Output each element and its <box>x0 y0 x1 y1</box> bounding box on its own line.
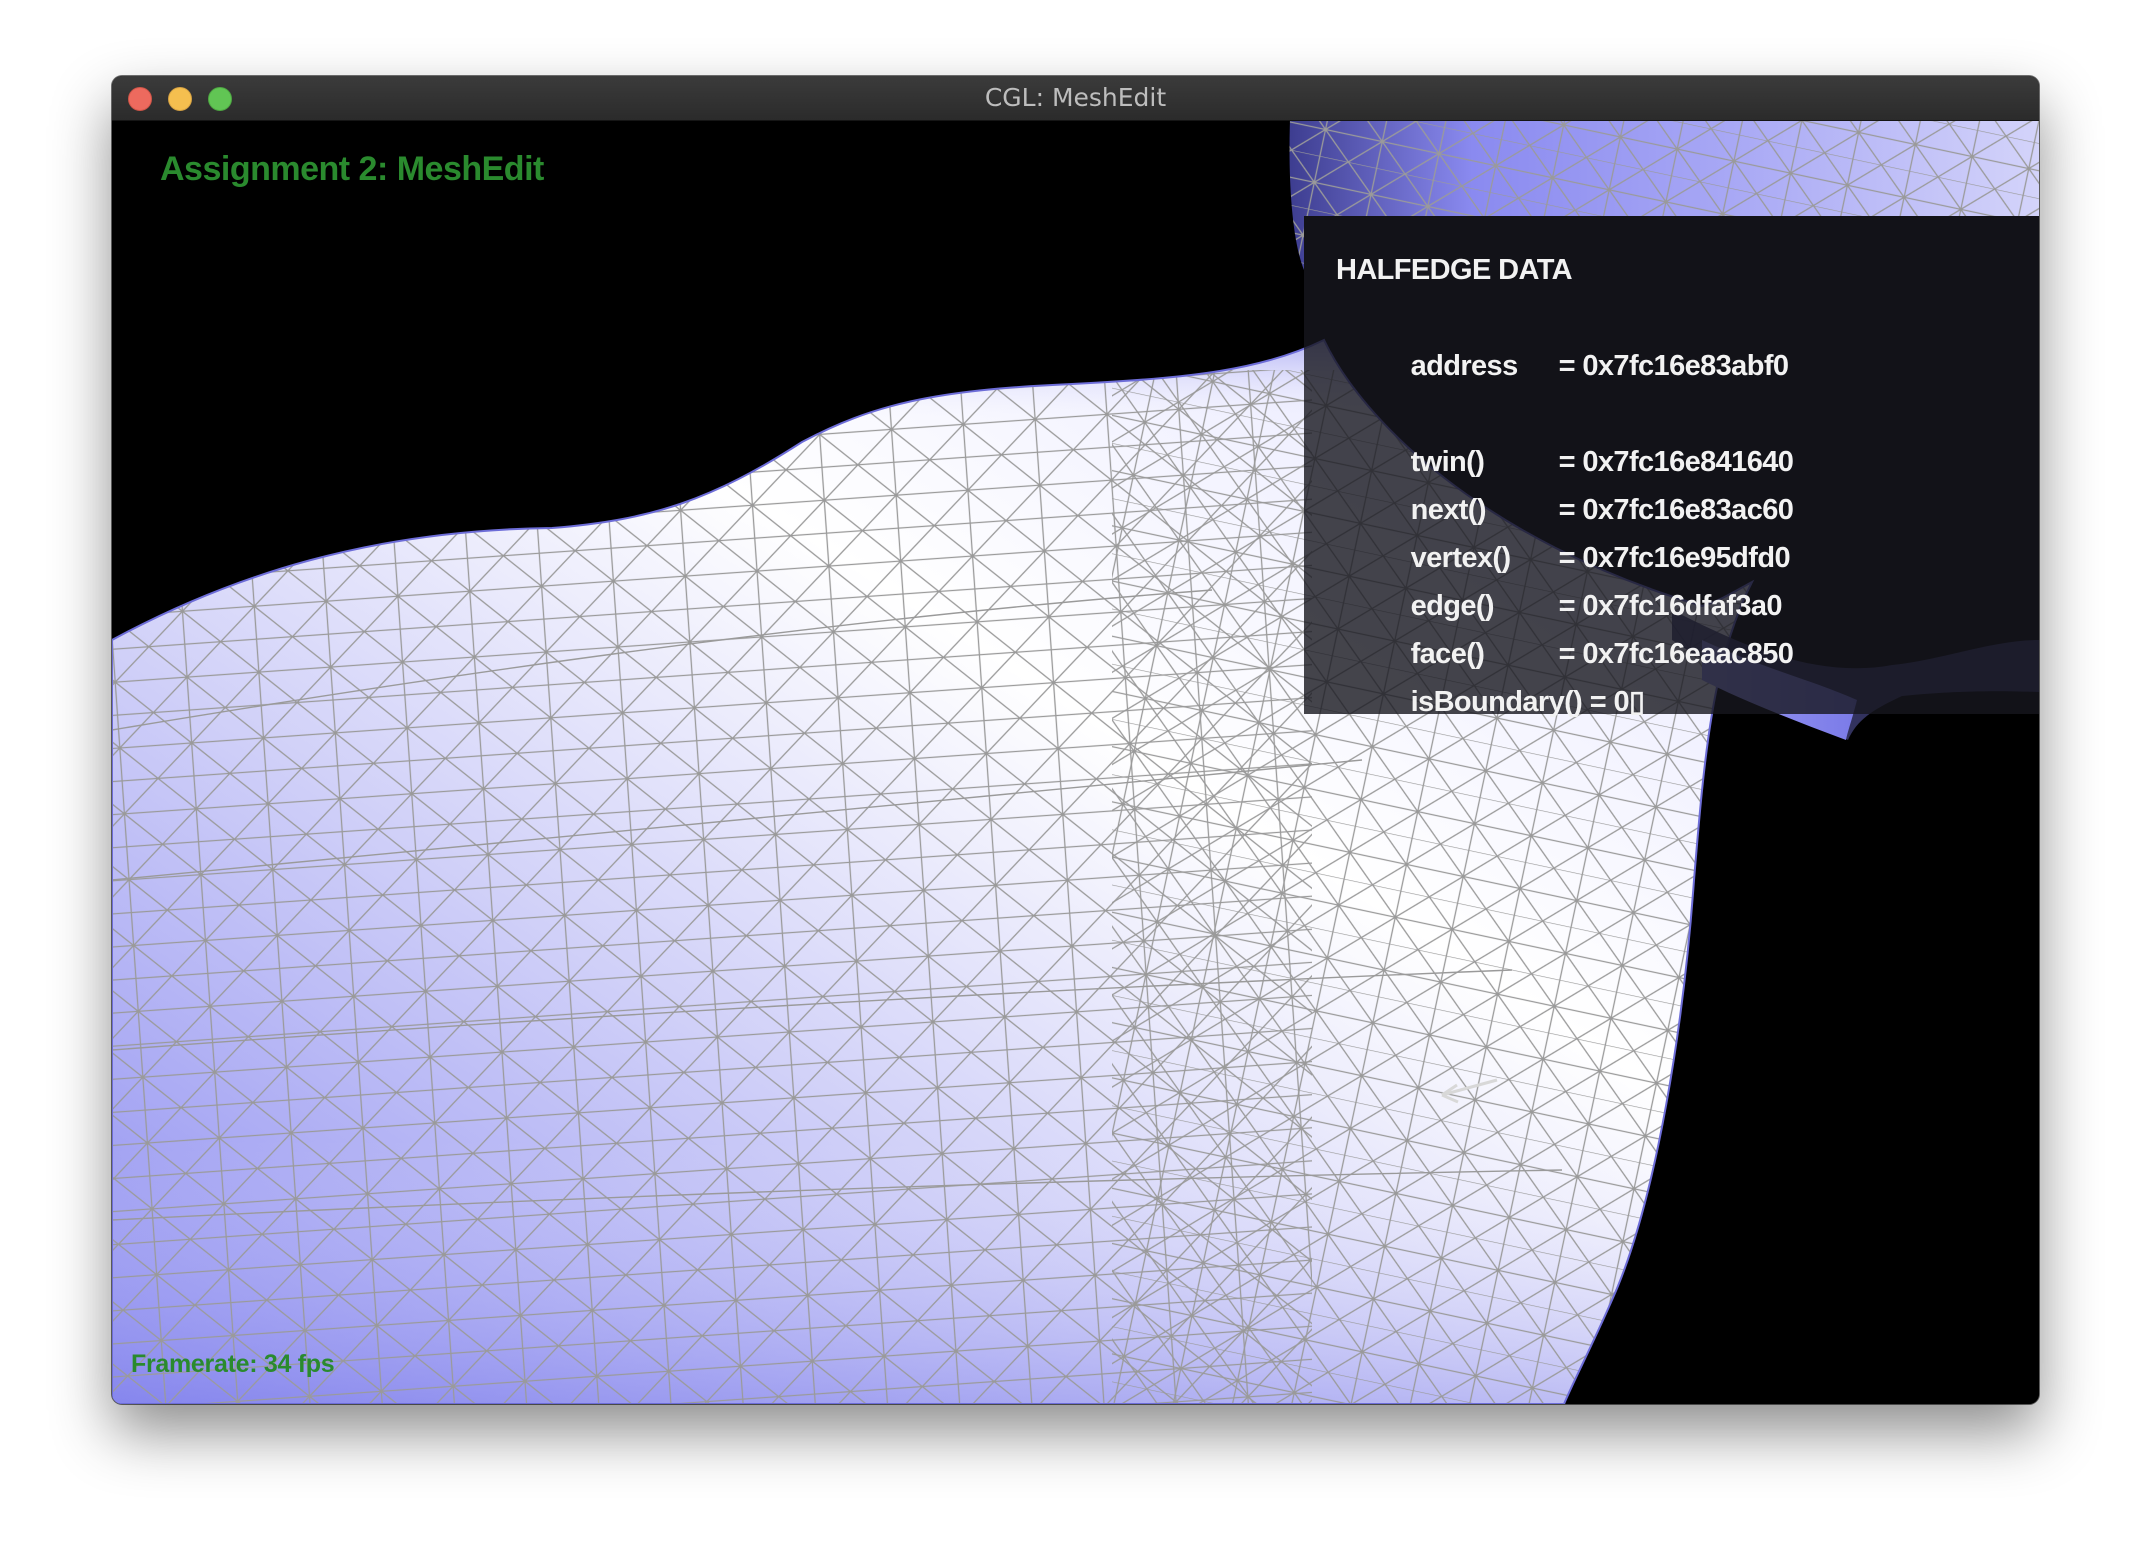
mesh-viewport[interactable]: Assignment 2: MeshEdit Framerate: 34 fps… <box>112 120 2039 1404</box>
halfedge-info-panel: HALFEDGE DATA address = 0x7fc16e83abf0 tw… <box>1304 216 2039 718</box>
edge-key: edge() <box>1410 590 1495 622</box>
meshedit-window: CGL: MeshEdit Assignment 2: MeshEdit Fra… <box>112 76 2039 1404</box>
window-title: CGL: MeshEdit <box>984 83 1167 112</box>
boundary-key: isBoundary() <box>1410 686 1583 718</box>
title-bar[interactable]: CGL: MeshEdit <box>112 76 2039 121</box>
face-key: face() <box>1410 638 1485 670</box>
edge-value: = 0x7fc16dfaf3a0 <box>1558 590 1783 622</box>
face-value: = 0x7fc16eaac850 <box>1558 638 1794 670</box>
twin-value: = 0x7fc16e841640 <box>1558 446 1794 478</box>
next-value: = 0x7fc16e83ac60 <box>1558 494 1794 526</box>
vertex-value: = 0x7fc16e95dfd0 <box>1558 542 1791 574</box>
halfedge-address-row: address = 0x7fc16e83abf0 <box>1336 294 1793 382</box>
framerate-label: Framerate: 34 fps <box>131 1350 335 1378</box>
halfedge-heading: HALFEDGE DATA <box>1336 254 1573 286</box>
vertex-key: vertex() <box>1410 542 1512 574</box>
boundary-value: = 0▯ <box>1589 686 1645 718</box>
halfedge-twin-row: twin() = 0x7fc16e841640 <box>1336 390 1794 478</box>
next-key: next() <box>1410 494 1487 526</box>
twin-key: twin() <box>1410 446 1485 478</box>
address-value: = 0x7fc16e83abf0 <box>1558 350 1789 382</box>
address-key: address <box>1410 350 1519 382</box>
app-title: Assignment 2: MeshEdit <box>160 150 544 188</box>
